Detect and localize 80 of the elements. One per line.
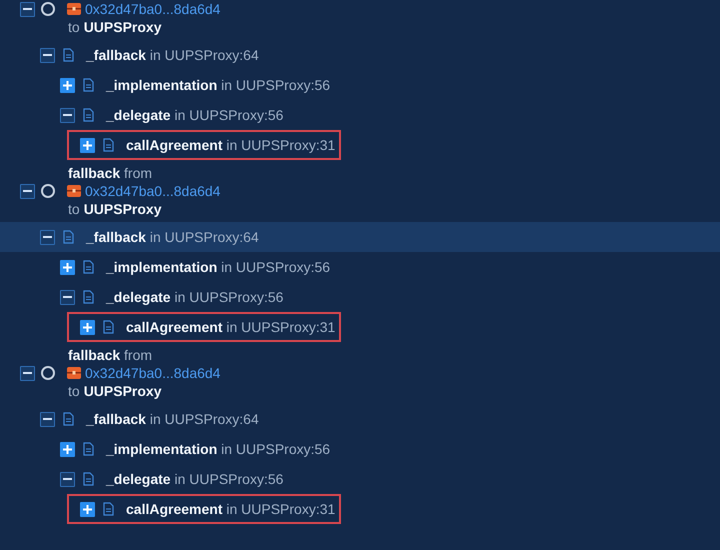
document-icon [103, 502, 114, 516]
document-icon [63, 412, 74, 426]
minus-icon [43, 54, 52, 56]
document-icon [103, 320, 114, 334]
document-icon [83, 442, 94, 456]
frame-label: _implementation in UUPSProxy:56 [106, 76, 330, 95]
frame-label: _implementation in UUPSProxy:56 [106, 440, 330, 459]
plus-icon [63, 80, 72, 90]
frame-label: _delegate in UUPSProxy:56 [106, 106, 284, 125]
minus-icon [43, 236, 52, 238]
collapse-button[interactable] [40, 48, 55, 62]
chest-icon [67, 185, 81, 197]
tree-row[interactable]: _delegate in UUPSProxy:56 [0, 100, 720, 130]
expand-button[interactable] [60, 78, 75, 92]
expand-button[interactable] [60, 260, 75, 274]
collapse-button[interactable] [60, 290, 75, 304]
minus-icon [63, 296, 72, 298]
tree-row[interactable]: _implementation in UUPSProxy:56 [0, 70, 720, 100]
tree-row[interactable]: _fallback in UUPSProxy:64 [0, 40, 720, 70]
contract-name: UUPSProxy [84, 18, 162, 37]
collapse-button[interactable] [60, 472, 75, 486]
tree-row[interactable]: _delegate in UUPSProxy:56 [0, 282, 720, 312]
tree-row[interactable]: callAgreement in UUPSProxy:31 [0, 130, 720, 160]
frame-label: _implementation in UUPSProxy:56 [106, 258, 330, 277]
plus-icon [63, 444, 72, 454]
to-label: to [68, 200, 80, 218]
chest-icon [67, 3, 81, 15]
expand-button[interactable] [60, 442, 75, 456]
caller-label: fallback from [68, 346, 152, 364]
frame-label: callAgreement in UUPSProxy:31 [126, 136, 336, 155]
chest-icon [67, 367, 81, 379]
frame-label: _fallback in UUPSProxy:64 [86, 228, 259, 247]
tree-row[interactable]: _delegate in UUPSProxy:56 [0, 464, 720, 494]
minus-icon [23, 8, 32, 10]
expand-button[interactable] [80, 320, 95, 334]
to-label: to [68, 382, 80, 400]
tree-row[interactable]: _implementation in UUPSProxy:56 [0, 252, 720, 282]
contract-name: UUPSProxy [84, 200, 162, 219]
plus-icon [83, 504, 92, 514]
collapse-button[interactable] [20, 184, 35, 198]
document-icon [83, 260, 94, 274]
minus-icon [43, 418, 52, 420]
collapse-button[interactable] [20, 2, 35, 16]
address-link[interactable]: 0x32d47ba0...8da6d4 [85, 180, 220, 202]
document-icon [83, 78, 94, 92]
minus-icon [23, 372, 32, 374]
frame-label: callAgreement in UUPSProxy:31 [126, 500, 336, 519]
document-icon [63, 48, 74, 62]
minus-icon [63, 114, 72, 116]
tree-row[interactable]: _fallback in UUPSProxy:64 [0, 404, 720, 434]
address-link[interactable]: 0x32d47ba0...8da6d4 [85, 362, 220, 384]
tree-row[interactable]: callAgreement in UUPSProxy:31 [0, 494, 720, 524]
document-icon [103, 138, 114, 152]
expand-button[interactable] [80, 138, 95, 152]
document-icon [63, 230, 74, 244]
tree-row[interactable]: callAgreement in UUPSProxy:31 [0, 312, 720, 342]
frame-label: _fallback in UUPSProxy:64 [86, 410, 259, 429]
collapse-button[interactable] [60, 108, 75, 122]
document-icon [83, 108, 94, 122]
plus-icon [83, 140, 92, 150]
expand-button[interactable] [80, 502, 95, 516]
document-icon [83, 472, 94, 486]
tree-row[interactable]: _fallback in UUPSProxy:64 [0, 222, 720, 252]
collapse-button[interactable] [40, 412, 55, 426]
frame-label: _delegate in UUPSProxy:56 [106, 288, 284, 307]
document-icon [83, 290, 94, 304]
frame-label: _fallback in UUPSProxy:64 [86, 46, 259, 65]
tree-row[interactable]: _implementation in UUPSProxy:56 [0, 434, 720, 464]
frame-label: callAgreement in UUPSProxy:31 [126, 318, 336, 337]
caller-label: fallback from [68, 164, 152, 182]
frame-label: _delegate in UUPSProxy:56 [106, 470, 284, 489]
plus-icon [83, 322, 92, 332]
contract-name: UUPSProxy [84, 382, 162, 401]
address-link[interactable]: 0x32d47ba0...8da6d4 [85, 0, 220, 20]
minus-icon [23, 190, 32, 192]
collapse-button[interactable] [20, 366, 35, 380]
collapse-button[interactable] [40, 230, 55, 244]
minus-icon [63, 478, 72, 480]
to-label: to [68, 18, 80, 36]
plus-icon [63, 262, 72, 272]
